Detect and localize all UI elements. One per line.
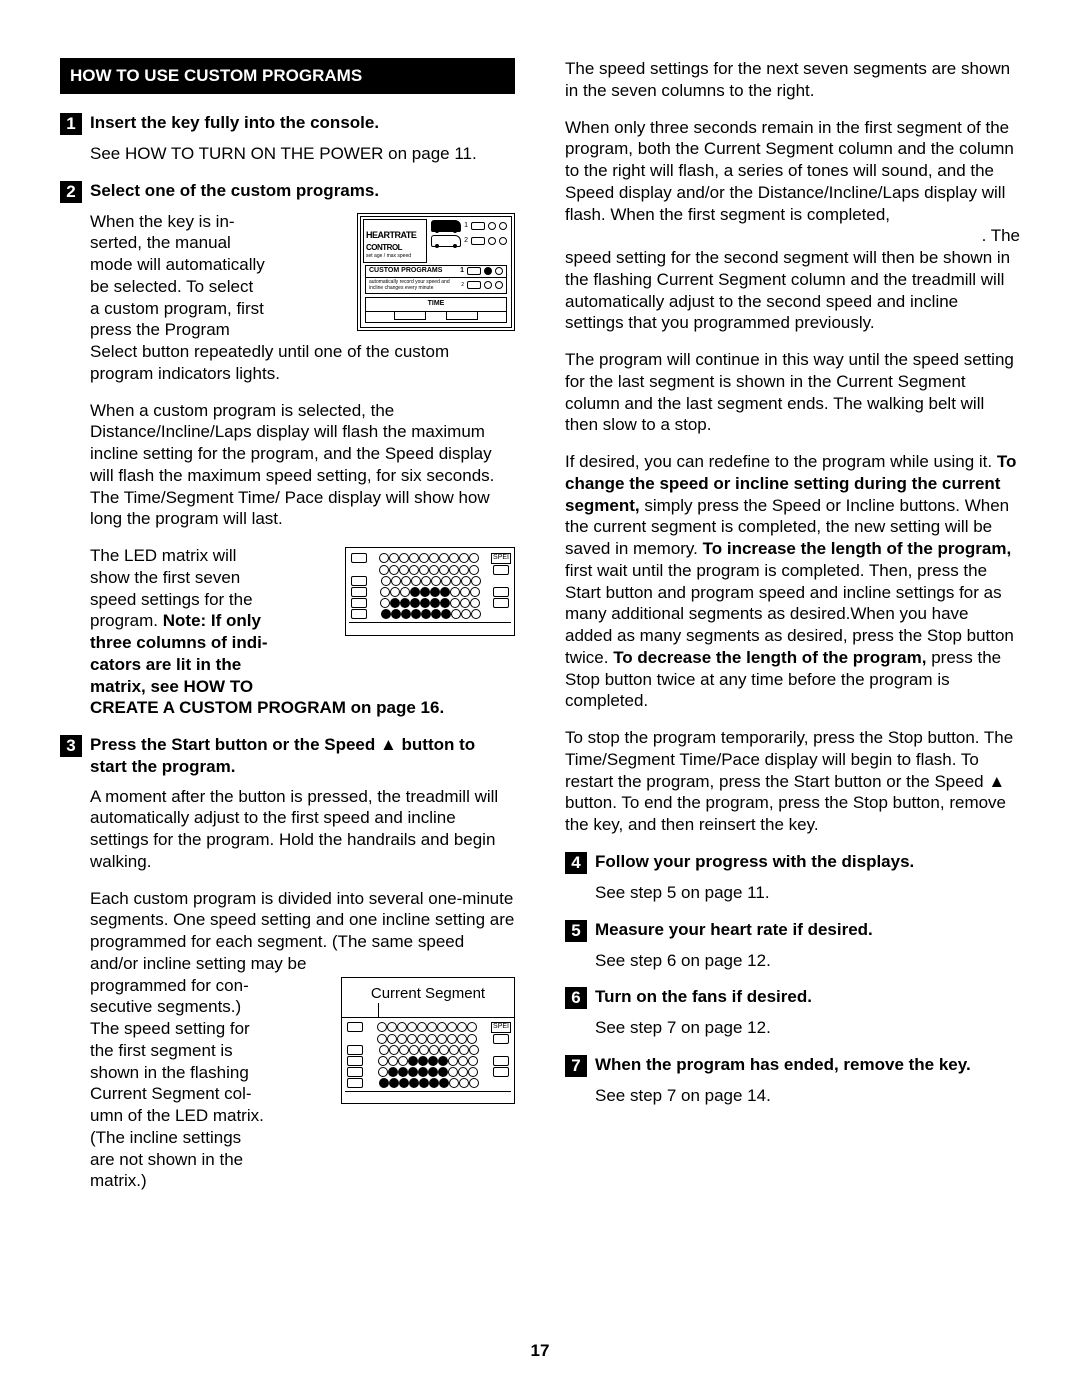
manual-page: HOW TO USE CUSTOM PROGRAMS 1 Insert the … (0, 0, 1080, 1397)
step-number-4: 4 (565, 852, 587, 874)
step-3-para-2a: Each custom program is divided into seve… (90, 888, 515, 975)
right-p5: If desired, you can redefine to the prog… (565, 451, 1020, 712)
right-p6: To stop the program temporarily, press t… (565, 727, 1020, 836)
step-number-1: 1 (60, 113, 82, 135)
step-number-6: 6 (565, 987, 587, 1009)
step-1-text: See HOW TO TURN ON THE POWER on page 11. (90, 143, 515, 165)
step-2: 2 Select one of the custom programs. HEA… (60, 180, 515, 720)
step-5: 5 Measure your heart rate if desired. Se… (565, 919, 1020, 972)
fig-custom-programs-label: CUSTOM PROGRAMS (369, 267, 442, 276)
step-3: 3 Press the Start button or the Speed ▲ … (60, 734, 515, 1192)
section-header: HOW TO USE CUSTOM PROGRAMS (60, 58, 515, 94)
step-2-para-2: When a custom program is selected, the D… (90, 400, 515, 531)
left-column: HOW TO USE CUSTOM PROGRAMS 1 Insert the … (60, 58, 515, 1207)
step-number-5: 5 (565, 920, 587, 942)
step-5-title: Measure your heart rate if desired. (595, 919, 873, 941)
step-2-note-tail: CREATE A CUSTOM PROGRAM on page 16. (90, 697, 515, 719)
fig-time-label: TIME (366, 300, 506, 311)
car-icon (431, 235, 461, 247)
step-2-para-1b: Select button repeatedly until one of th… (90, 341, 515, 385)
step-number-2: 2 (60, 181, 82, 203)
step-number-7: 7 (565, 1055, 587, 1077)
right-column: The speed settings for the next seven se… (565, 58, 1020, 1207)
step-1: 1 Insert the key fully into the console.… (60, 112, 515, 165)
led-matrix-figure: SPEI (345, 547, 515, 636)
step-1-title: Insert the key fully into the console. (90, 112, 379, 134)
step-3-title: Press the Start button or the Speed ▲ bu… (90, 734, 515, 778)
step-6: 6 Turn on the fans if desired. See step … (565, 986, 1020, 1039)
right-p4: The program will continue in this way un… (565, 349, 1020, 436)
right-p3: speed setting for the second segment wil… (565, 247, 1020, 334)
step-7-title: When the program has ended, remove the k… (595, 1054, 971, 1076)
step-4-title: Follow your progress with the displays. (595, 851, 914, 873)
step-4: 4 Follow your progress with the displays… (565, 851, 1020, 904)
fig-heart-label: HEART (366, 230, 395, 240)
right-p2: When only three seconds remain in the fi… (565, 117, 1020, 248)
console-panel-figure: HEARTRATE CONTROL set age / max speed 1 (357, 213, 515, 331)
car-icon (431, 220, 461, 232)
current-segment-figure: Current Segment SPEI (341, 977, 515, 1104)
step-6-title: Turn on the fans if desired. (595, 986, 812, 1008)
step-2-title: Select one of the custom programs. (90, 180, 379, 202)
right-p1: The speed settings for the next seven se… (565, 58, 1020, 102)
current-segment-label: Current Segment (342, 978, 514, 1003)
step-3-para-1: A moment after the button is pressed, th… (90, 786, 515, 873)
step-number-3: 3 (60, 735, 82, 757)
step-7: 7 When the program has ended, remove the… (565, 1054, 1020, 1107)
fig-control-label: CONTROL (366, 243, 424, 253)
page-number: 17 (0, 1340, 1080, 1362)
